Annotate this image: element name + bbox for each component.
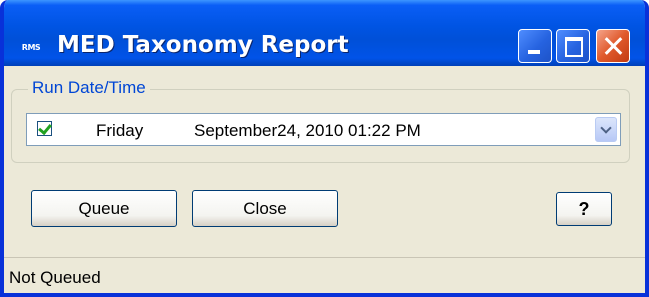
help-button[interactable]: ? <box>556 192 612 226</box>
chevron-down-icon[interactable] <box>595 117 617 142</box>
run-datetime-group-label: Run Date/Time <box>28 78 150 98</box>
app-icon-text: RMS <box>21 42 41 52</box>
maximize-button[interactable] <box>556 29 590 63</box>
status-bar: Not Queued <box>4 257 645 293</box>
run-datetime-checkbox[interactable] <box>37 121 52 136</box>
close-window-button[interactable] <box>596 29 630 63</box>
title-bar[interactable]: RMS MED Taxonomy Report <box>4 0 645 66</box>
close-button[interactable]: Close <box>192 190 338 227</box>
window-title: MED Taxonomy Report <box>57 32 349 58</box>
run-datetime-value[interactable]: September24, 2010 01:22 PM <box>194 121 421 141</box>
queue-button[interactable]: Queue <box>31 190 177 227</box>
app-icon: RMS <box>14 40 48 54</box>
status-text: Not Queued <box>9 268 101 287</box>
run-day[interactable]: Friday <box>96 121 143 141</box>
run-datetime-picker[interactable]: Friday September24, 2010 01:22 PM <box>26 113 621 146</box>
minimize-button[interactable] <box>518 29 552 63</box>
dialog-window: RMS MED Taxonomy Report Run Date/Time Fr… <box>0 0 649 297</box>
